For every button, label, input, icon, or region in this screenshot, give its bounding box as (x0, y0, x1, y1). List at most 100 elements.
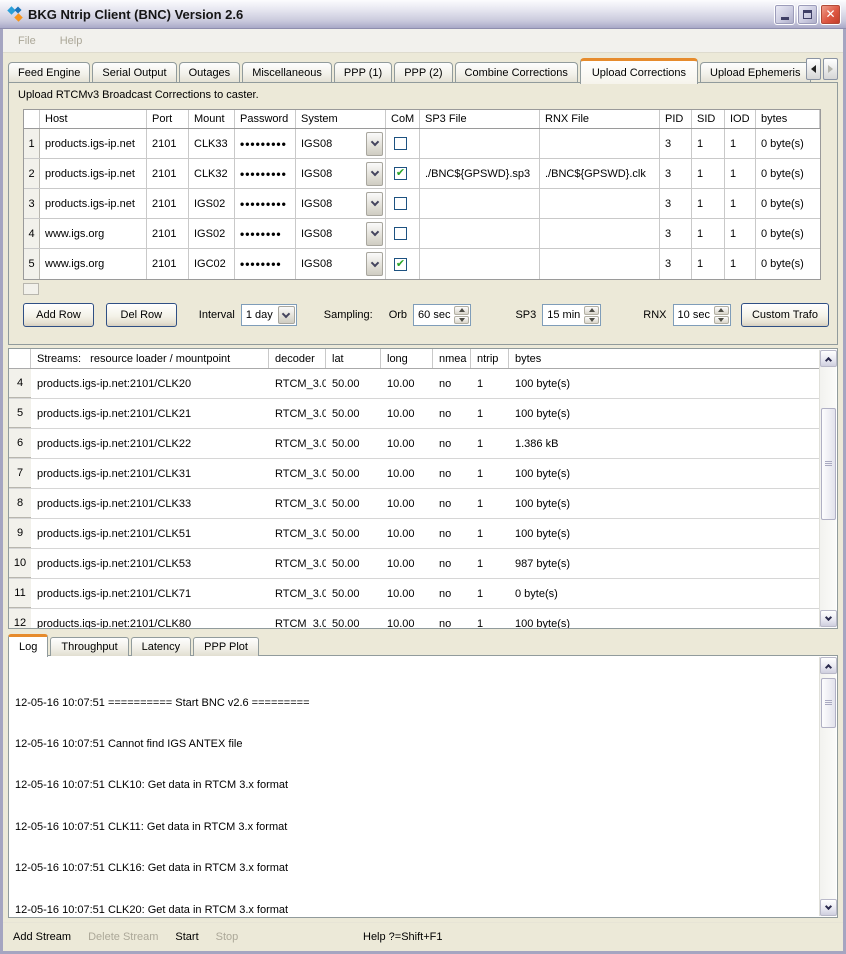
host-cell[interactable]: products.igs-ip.net (40, 129, 147, 158)
spin-up-button[interactable] (714, 306, 729, 315)
minimize-button[interactable] (774, 4, 795, 25)
scrollbar-thumb[interactable] (821, 678, 836, 728)
delete-stream-button[interactable]: Delete Stream (88, 931, 158, 943)
stream-row[interactable]: 4 products.igs-ip.net:2101/CLK20 RTCM_3.… (9, 369, 821, 399)
sp3-file-cell[interactable] (420, 189, 540, 218)
stream-row[interactable]: 12 products.igs-ip.net:2101/CLK80 RTCM_3… (9, 609, 821, 629)
tab-scroll-left-button[interactable] (806, 58, 821, 80)
password-cell[interactable]: •••••••• (235, 249, 296, 279)
com-checkbox[interactable] (394, 167, 407, 180)
add-stream-button[interactable]: Add Stream (13, 931, 71, 943)
spin-up-button[interactable] (454, 306, 469, 315)
spin-down-button[interactable] (584, 316, 599, 325)
tab-feed-engine[interactable]: Feed Engine (8, 62, 90, 83)
system-dropdown[interactable]: IGS08 (296, 249, 386, 279)
host-cell[interactable]: www.igs.org (40, 219, 147, 248)
interval-combobox[interactable]: 1 day (241, 304, 297, 326)
stop-button[interactable]: Stop (216, 931, 239, 943)
start-button[interactable]: Start (175, 931, 198, 943)
port-cell[interactable]: 2101 (147, 249, 189, 279)
password-cell[interactable]: ••••••••• (235, 159, 296, 188)
sid-cell[interactable]: 1 (692, 249, 725, 279)
system-dropdown[interactable]: IGS08 (296, 219, 386, 248)
sp3-spinbox[interactable]: 15 min (542, 304, 601, 326)
menu-help[interactable]: Help (56, 33, 87, 49)
dropdown-button[interactable] (366, 252, 383, 276)
custom-trafo-button[interactable]: Custom Trafo (741, 303, 829, 327)
port-cell[interactable]: 2101 (147, 189, 189, 218)
scroll-up-button[interactable] (820, 657, 837, 674)
iod-cell[interactable]: 1 (725, 189, 756, 218)
dropdown-button[interactable] (366, 132, 383, 156)
sp3-file-cell[interactable]: ./BNC${GPSWD}.sp3 (420, 159, 540, 188)
rnx-file-cell[interactable] (540, 249, 660, 279)
scrollbar-thumb[interactable] (821, 408, 836, 520)
mount-cell[interactable]: CLK33 (189, 129, 235, 158)
del-row-button[interactable]: Del Row (106, 303, 177, 327)
pid-cell[interactable]: 3 (660, 159, 692, 188)
sp3-file-cell[interactable] (420, 129, 540, 158)
log-scrollbar[interactable] (819, 657, 836, 916)
tab-miscellaneous[interactable]: Miscellaneous (242, 62, 332, 83)
scroll-down-button[interactable] (820, 899, 837, 916)
port-cell[interactable]: 2101 (147, 129, 189, 158)
add-row-button[interactable]: Add Row (23, 303, 94, 327)
upload-row-1[interactable]: 1 products.igs-ip.net 2101 CLK33 •••••••… (24, 129, 820, 159)
title-bar[interactable]: BKG Ntrip Client (BNC) Version 2.6 ✕ (0, 0, 846, 29)
com-checkbox[interactable] (394, 137, 407, 150)
dropdown-button[interactable] (366, 192, 383, 216)
rnx-file-cell[interactable] (540, 129, 660, 158)
stream-row[interactable]: 5 products.igs-ip.net:2101/CLK21 RTCM_3.… (9, 399, 821, 429)
iod-cell[interactable]: 1 (725, 129, 756, 158)
dropdown-button[interactable] (366, 222, 383, 246)
port-cell[interactable]: 2101 (147, 159, 189, 188)
stream-row[interactable]: 11 products.igs-ip.net:2101/CLK71 RTCM_3… (9, 579, 821, 609)
system-dropdown[interactable]: IGS08 (296, 189, 386, 218)
stream-row[interactable]: 6 products.igs-ip.net:2101/CLK22 RTCM_3.… (9, 429, 821, 459)
mount-cell[interactable]: IGS02 (189, 189, 235, 218)
mount-cell[interactable]: CLK32 (189, 159, 235, 188)
system-dropdown[interactable]: IGS08 (296, 159, 386, 188)
mount-cell[interactable]: IGS02 (189, 219, 235, 248)
sid-cell[interactable]: 1 (692, 219, 725, 248)
stream-row[interactable]: 8 products.igs-ip.net:2101/CLK33 RTCM_3.… (9, 489, 821, 519)
dropdown-button[interactable] (366, 162, 383, 186)
tab-ppp-1[interactable]: PPP (1) (334, 62, 392, 83)
pid-cell[interactable]: 3 (660, 219, 692, 248)
sp3-file-cell[interactable] (420, 249, 540, 279)
com-checkbox[interactable] (394, 227, 407, 240)
host-cell[interactable]: www.igs.org (40, 249, 147, 279)
tab-log[interactable]: Log (8, 634, 48, 657)
upload-row-4[interactable]: 4 www.igs.org 2101 IGS02 •••••••• IGS08 … (24, 219, 820, 249)
tab-ppp-plot[interactable]: PPP Plot (193, 637, 259, 656)
upload-row-5[interactable]: 5 www.igs.org 2101 IGC02 •••••••• IGS08 … (24, 249, 820, 279)
tab-throughput[interactable]: Throughput (50, 637, 128, 656)
sid-cell[interactable]: 1 (692, 159, 725, 188)
spin-down-button[interactable] (714, 316, 729, 325)
pid-cell[interactable]: 3 (660, 189, 692, 218)
rnx-file-cell[interactable] (540, 189, 660, 218)
upload-row-3[interactable]: 3 products.igs-ip.net 2101 IGS02 •••••••… (24, 189, 820, 219)
streams-scrollbar[interactable] (819, 350, 836, 627)
com-checkbox[interactable] (394, 258, 407, 271)
tab-scroll-right-button[interactable] (823, 58, 838, 80)
tab-ppp-2[interactable]: PPP (2) (394, 62, 452, 83)
interval-dropdown-button[interactable] (278, 306, 295, 324)
system-dropdown[interactable]: IGS08 (296, 129, 386, 158)
host-cell[interactable]: products.igs-ip.net (40, 189, 147, 218)
spin-up-button[interactable] (584, 306, 599, 315)
orb-spinbox[interactable]: 60 sec (413, 304, 471, 326)
password-cell[interactable]: ••••••••• (235, 189, 296, 218)
tab-upload-corrections[interactable]: Upload Corrections (580, 58, 698, 84)
tab-upload-ephemeris[interactable]: Upload Ephemeris (700, 62, 811, 83)
spin-down-button[interactable] (454, 316, 469, 325)
rnx-file-cell[interactable]: ./BNC${GPSWD}.clk (540, 159, 660, 188)
iod-cell[interactable]: 1 (725, 159, 756, 188)
scroll-up-button[interactable] (820, 350, 837, 367)
sid-cell[interactable]: 1 (692, 189, 725, 218)
close-button[interactable]: ✕ (820, 4, 841, 25)
sid-cell[interactable]: 1 (692, 129, 725, 158)
mount-cell[interactable]: IGC02 (189, 249, 235, 279)
scroll-down-button[interactable] (820, 610, 837, 627)
rnx-file-cell[interactable] (540, 219, 660, 248)
